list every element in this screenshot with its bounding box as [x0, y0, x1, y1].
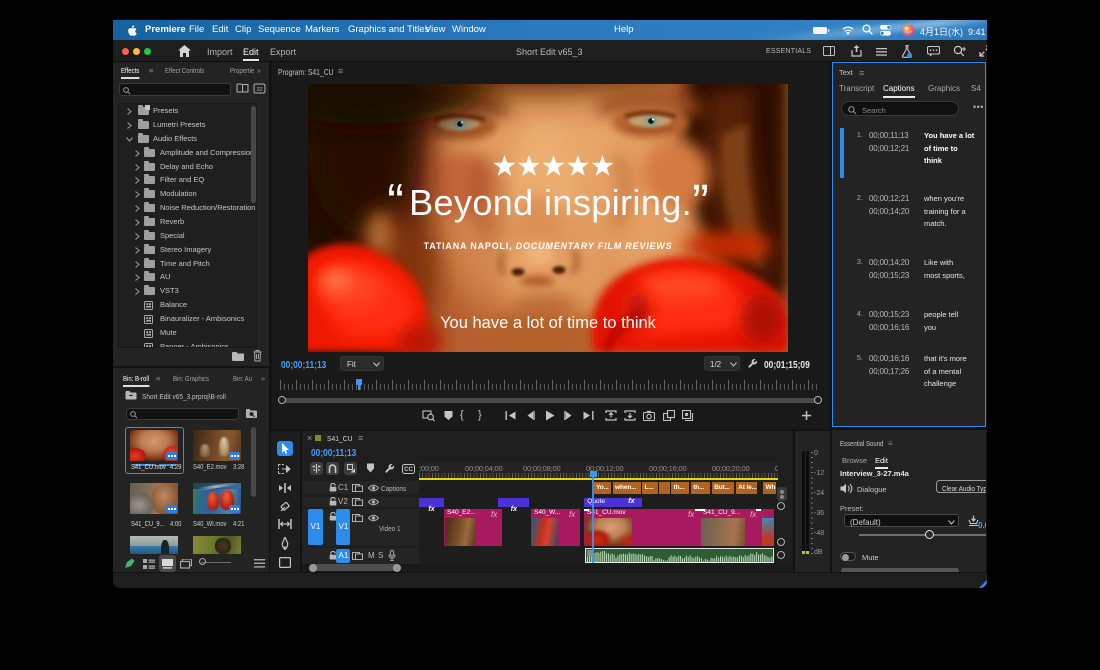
svg-text:CC: CC — [404, 467, 413, 473]
svg-text:32: 32 — [256, 87, 262, 93]
